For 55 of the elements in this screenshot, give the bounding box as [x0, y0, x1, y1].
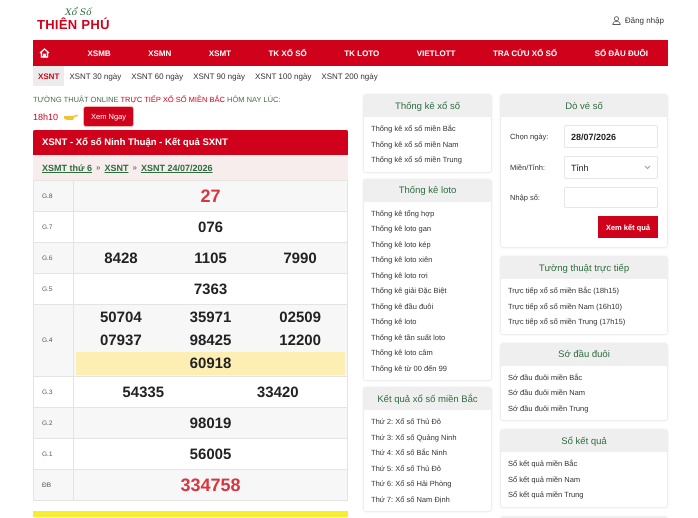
- user-icon: [612, 16, 621, 24]
- nav-link[interactable]: XSMB: [88, 48, 111, 58]
- panel-title: Kết quả xổ số miền Bắc: [364, 388, 491, 410]
- sub-tab[interactable]: XSNT 60 ngày: [126, 66, 188, 86]
- pointing-hand-icon: [63, 112, 80, 120]
- prize-number: 07937: [100, 332, 142, 349]
- nav-link[interactable]: VIETLOTT: [416, 48, 456, 58]
- panel-title: Sổ kết quả: [501, 430, 667, 452]
- sub-tab[interactable]: XSNT 200 ngày: [316, 66, 383, 86]
- prize-number: 7990: [283, 250, 317, 266]
- live-time: 18h10: [33, 112, 58, 122]
- sub-tab[interactable]: XSNT 30 ngày: [64, 66, 126, 86]
- site-logo[interactable]: Xổ Số THIÊN PHÚ: [37, 9, 110, 31]
- sub-tab[interactable]: XSNT: [33, 66, 64, 86]
- panel-title: Dò vé số: [501, 95, 667, 117]
- prize-number: 54335: [122, 384, 164, 400]
- prize-number: 02509: [279, 309, 321, 326]
- prize-number: 60918: [190, 355, 232, 372]
- prize-number: 98019: [190, 414, 232, 432]
- prize-number: 7363: [194, 280, 228, 298]
- nav-link[interactable]: XSMT: [208, 48, 232, 58]
- breadcrumb-separator: »: [96, 163, 100, 172]
- prize-number: 27: [200, 186, 221, 206]
- sub-tab[interactable]: XSNT 90 ngày: [188, 66, 250, 86]
- home-icon[interactable]: [39, 48, 50, 58]
- nav-link[interactable]: SỐ ĐẦU ĐUÔI: [594, 48, 648, 58]
- prize-number: 56005: [190, 446, 232, 462]
- nav-link[interactable]: TK LOTO: [344, 48, 380, 58]
- nav-link[interactable]: TRA CỨU XỔ SỐ: [492, 48, 558, 58]
- number-input[interactable]: [564, 187, 658, 208]
- prize-number: 076: [198, 218, 224, 236]
- panel-title: Thống kê loto: [364, 180, 491, 202]
- sub-tab[interactable]: XSNT 100 ngày: [250, 66, 316, 86]
- prize-number: 98425: [190, 332, 232, 349]
- region-select[interactable]: Tỉnh: [564, 156, 658, 179]
- prize-number: 50704: [100, 309, 142, 326]
- nav-link[interactable]: TK XỔ SỐ: [268, 48, 307, 58]
- prize-number: 12200: [279, 332, 321, 349]
- prize-number: 35971: [190, 309, 232, 326]
- login-link[interactable]: Đăng nhập: [612, 16, 664, 24]
- breadcrumb-link[interactable]: XSNT 24/07/2026: [140, 162, 213, 172]
- breadcrumb-link[interactable]: XSNT: [104, 162, 128, 172]
- prize-number: 33420: [256, 384, 299, 400]
- prize-number: 8428: [104, 250, 138, 266]
- prize-number: 334758: [180, 474, 241, 496]
- breadcrumb-separator: »: [132, 163, 137, 172]
- panel-title: Thống kê xổ số: [364, 95, 491, 117]
- chevron-down-icon: [644, 165, 651, 170]
- panel-title: Sớ đầu đuôi: [501, 344, 667, 366]
- prize-number: 1105: [194, 250, 227, 266]
- nav-link[interactable]: XSMN: [148, 48, 172, 58]
- breadcrumb-link[interactable]: XSMT thứ 6: [42, 162, 92, 172]
- panel-title: Tường thuật trực tiếp: [501, 257, 667, 279]
- date-field[interactable]: 28/07/2026: [564, 125, 658, 148]
- result-title: XSNT - Xổ số Ninh Thuận - Kết quả SXNT: [33, 130, 348, 155]
